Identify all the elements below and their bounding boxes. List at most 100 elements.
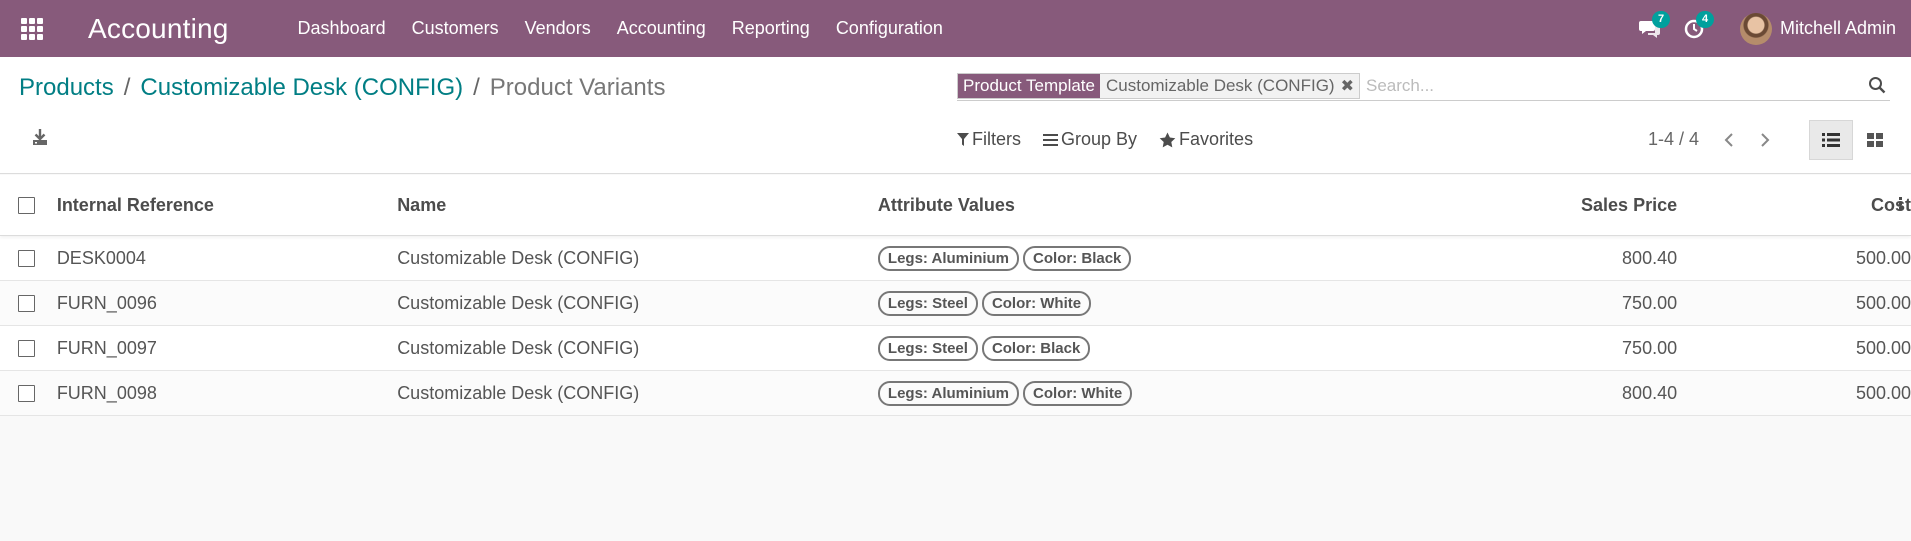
cell-internal-reference: FURN_0096 [56,292,157,313]
menu-item-dashboard[interactable]: Dashboard [285,18,399,39]
row-checkbox[interactable] [18,339,35,357]
download-icon[interactable] [30,127,50,147]
breadcrumb-products[interactable]: Products [19,74,114,102]
search-options: Filters Group By Favorites [957,129,1275,150]
row-checkbox[interactable] [18,249,35,267]
facet-remove-icon[interactable]: ✖ [1341,76,1354,96]
search-icon[interactable] [1868,76,1886,94]
attribute-tag: Legs: Aluminium [877,380,1020,406]
table-row[interactable]: DESK0004 Customizable Desk (CONFIG) Legs… [0,236,1911,281]
favorites-button[interactable]: Favorites [1159,129,1253,150]
favorites-label: Favorites [1179,129,1254,149]
star-icon [1159,132,1176,147]
select-all-checkbox[interactable] [18,196,35,214]
avatar [1739,12,1772,45]
cell-internal-reference: FURN_0097 [56,337,157,358]
app-title[interactable]: Accounting [88,13,229,45]
attribute-tag: Legs: Aluminium [877,245,1020,271]
chevron-left-icon [1724,132,1733,147]
cell-name: Customizable Desk (CONFIG) [397,292,640,313]
optional-columns-icon[interactable] [1899,197,1903,212]
attribute-tag: Legs: Steel [877,335,978,361]
breadcrumb-separator: / [473,74,480,101]
cell-name: Customizable Desk (CONFIG) [397,247,640,268]
control-panel: Products / Customizable Desk (CONFIG) / … [0,57,1911,174]
page-title: Product Variants [489,74,666,101]
facet-title: Product Template [958,74,1100,98]
systray: 7 4 Mitchell Admin [1628,0,1911,57]
app-switcher-button[interactable] [0,0,64,57]
attribute-tag: Color: White [1023,380,1133,406]
cell-attribute-values: Legs: Steel Color: White [877,290,1434,316]
chevron-right-icon [1761,132,1770,147]
cell-cost: 500.00 [1855,292,1911,313]
activities-count-badge: 4 [1695,11,1715,28]
column-header-internal-reference[interactable]: Internal Reference [57,195,397,216]
group-by-button[interactable]: Group By [1043,129,1137,150]
menu-item-customers[interactable]: Customers [399,18,512,39]
funnel-icon [957,133,969,146]
list-view-button[interactable] [1809,120,1853,160]
cell-attribute-values: Legs: Aluminium Color: Black [877,245,1434,271]
pager-value[interactable]: 1-4 / 4 [1648,129,1699,150]
breadcrumb-separator: / [123,74,131,101]
cell-attribute-values: Legs: Aluminium Color: White [877,380,1434,406]
cell-sales-price: 800.40 [1622,247,1678,268]
table-row[interactable]: FURN_0097 Customizable Desk (CONFIG) Leg… [0,326,1911,371]
cell-cost: 500.00 [1855,247,1911,268]
pager-next-button[interactable] [1747,132,1783,148]
menu-item-reporting[interactable]: Reporting [719,18,823,39]
column-header-name[interactable]: Name [397,195,878,216]
column-header-cost[interactable]: Cost [1677,195,1911,216]
filters-button[interactable]: Filters [957,129,1021,150]
facet-value-text: Customizable Desk (CONFIG) [1105,76,1335,95]
apps-grid-icon [21,17,43,40]
pager-previous-button[interactable] [1711,132,1747,148]
cell-attribute-values: Legs: Steel Color: Black [877,335,1434,361]
column-header-attribute-values[interactable]: Attribute Values [878,195,1434,216]
cell-internal-reference: FURN_0098 [56,382,157,403]
row-checkbox[interactable] [18,294,35,312]
cell-name: Customizable Desk (CONFIG) [397,337,640,358]
row-checkbox[interactable] [18,384,35,402]
messages-button[interactable]: 7 [1628,0,1672,57]
user-menu[interactable]: Mitchell Admin [1739,12,1896,45]
product-variants-table: Internal Reference Name Attribute Values… [0,175,1911,416]
messages-count-badge: 7 [1651,11,1671,28]
list-icon [1822,133,1840,147]
user-name: Mitchell Admin [1779,18,1896,38]
kanban-icon [1867,133,1883,147]
main-navbar: Accounting Dashboard Customers Vendors A… [0,0,1911,57]
cell-internal-reference: DESK0004 [56,247,146,268]
kanban-view-button[interactable] [1853,120,1897,160]
table-header: Internal Reference Name Attribute Values… [0,175,1911,236]
attribute-tag: Color: Black [981,335,1091,361]
cell-cost: 500.00 [1855,337,1911,358]
table-row[interactable]: FURN_0096 Customizable Desk (CONFIG) Leg… [0,281,1911,326]
main-menu: Dashboard Customers Vendors Accounting R… [285,18,956,39]
cell-sales-price: 750.00 [1622,292,1678,313]
pager: 1-4 / 4 [1648,129,1783,150]
breadcrumb: Products / Customizable Desk (CONFIG) / … [19,74,665,102]
menu-item-configuration[interactable]: Configuration [823,18,956,39]
search-facet: Product Template Customizable Desk (CONF… [957,73,1360,99]
attribute-tag: Color: White [981,290,1092,316]
cell-cost: 500.00 [1855,382,1911,403]
menu-item-vendors[interactable]: Vendors [512,18,604,39]
view-switcher [1809,120,1897,160]
search-input[interactable] [1366,76,1890,96]
bars-icon [1043,133,1058,146]
group-by-label: Group By [1061,129,1138,149]
table-row[interactable]: FURN_0098 Customizable Desk (CONFIG) Leg… [0,371,1911,416]
column-header-sales-price[interactable]: Sales Price [1434,195,1677,216]
cell-name: Customizable Desk (CONFIG) [397,382,640,403]
facet-value: Customizable Desk (CONFIG) ✖ [1099,74,1359,98]
search-bar: Product Template Customizable Desk (CONF… [957,72,1890,101]
cell-sales-price: 750.00 [1622,337,1678,358]
attribute-tag: Legs: Steel [877,290,978,316]
breadcrumb-product-template[interactable]: Customizable Desk (CONFIG) [140,74,463,102]
activities-button[interactable]: 4 [1672,0,1716,57]
menu-item-accounting[interactable]: Accounting [604,18,719,39]
cell-sales-price: 800.40 [1622,382,1678,403]
filters-label: Filters [972,129,1021,149]
